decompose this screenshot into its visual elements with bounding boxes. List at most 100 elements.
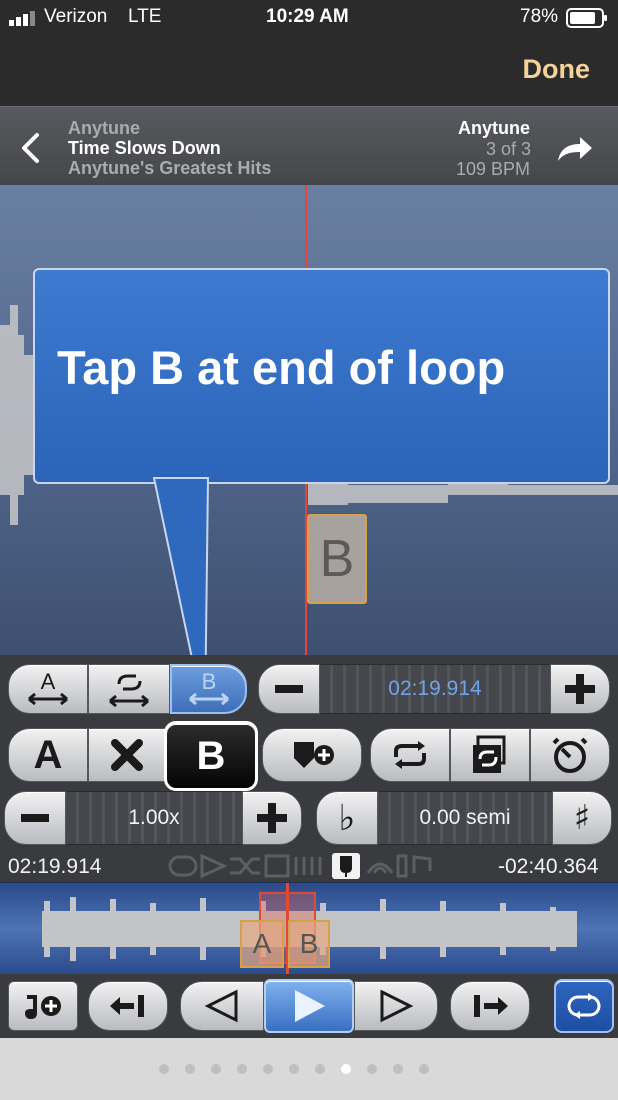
level-icon bbox=[396, 854, 408, 878]
set-b-button[interactable]: B bbox=[164, 721, 258, 791]
music-add-icon bbox=[25, 995, 61, 1019]
pitch-value: 0.00 semi bbox=[419, 806, 511, 829]
add-marker-button[interactable] bbox=[262, 728, 362, 782]
speed-minus-button[interactable] bbox=[4, 791, 66, 845]
minus-icon bbox=[21, 814, 49, 822]
overview-marker-a[interactable]: A bbox=[240, 920, 284, 968]
song-title: Time Slows Down bbox=[68, 138, 221, 158]
position-plus-button[interactable] bbox=[550, 664, 610, 714]
rewind-button[interactable] bbox=[180, 981, 264, 1031]
transport-bar bbox=[0, 974, 618, 1038]
overview-marker-b[interactable]: B bbox=[288, 920, 330, 968]
set-a-adjust-button[interactable]: A bbox=[8, 664, 88, 714]
plus-icon bbox=[257, 803, 287, 833]
loop-marker-b-label: B bbox=[319, 530, 355, 588]
track-overview[interactable]: A B bbox=[0, 882, 618, 976]
loop-mode-icon bbox=[168, 855, 198, 877]
remaining-time: -02:40.364 bbox=[498, 855, 599, 878]
library-label: Anytune bbox=[458, 118, 530, 138]
loop-sync-button[interactable] bbox=[450, 728, 530, 782]
loop-mode-button[interactable] bbox=[554, 979, 614, 1033]
svg-text:B: B bbox=[201, 669, 216, 694]
svg-text:A: A bbox=[41, 669, 56, 694]
music-note-icon bbox=[412, 855, 432, 873]
forward-button[interactable] bbox=[354, 981, 438, 1031]
pitch-readout[interactable]: 0.00 semi bbox=[378, 791, 552, 845]
loop-arrows-icon bbox=[109, 674, 149, 708]
close-icon bbox=[111, 739, 143, 771]
page-dot[interactable] bbox=[211, 1064, 221, 1074]
mixer-icon bbox=[294, 857, 322, 875]
tutorial-tooltip: Tap B at end of loop bbox=[33, 268, 610, 484]
b-arrows-icon: B bbox=[188, 669, 229, 706]
minus-icon bbox=[275, 685, 303, 693]
play-button[interactable] bbox=[264, 979, 354, 1033]
status-bar: Verizon LTE 10:29 AM 78% bbox=[0, 0, 618, 36]
skip-forward-button[interactable] bbox=[450, 981, 530, 1031]
sharp-icon: ♯ bbox=[573, 798, 591, 838]
set-b-adjust-button[interactable]: B bbox=[170, 664, 247, 714]
timer-icon bbox=[552, 737, 588, 773]
page-dot[interactable] bbox=[289, 1064, 299, 1074]
album-label: Anytune's Greatest Hits bbox=[68, 158, 272, 178]
carrier-label: Verizon bbox=[44, 6, 108, 27]
plus-icon bbox=[565, 674, 595, 704]
chart-icon bbox=[264, 854, 290, 878]
position-minus-button[interactable] bbox=[258, 664, 320, 714]
timer-button[interactable] bbox=[530, 728, 610, 782]
set-b-label: B bbox=[196, 733, 226, 778]
battery-percent: 78% bbox=[520, 6, 559, 27]
track-position: 3 of 3 bbox=[486, 139, 532, 159]
triangle-right-icon bbox=[380, 989, 414, 1023]
page-dot[interactable] bbox=[237, 1064, 247, 1074]
bpm-label: 109 BPM bbox=[456, 159, 531, 179]
flat-icon: ♭ bbox=[338, 797, 356, 839]
page-indicator bbox=[0, 1038, 618, 1100]
page-dot[interactable] bbox=[367, 1064, 377, 1074]
song-header: Anytune Time Slows Down Anytune's Greate… bbox=[0, 106, 618, 186]
page-dot[interactable] bbox=[341, 1064, 351, 1074]
loop-position-readout[interactable]: 02:19.914 bbox=[320, 664, 550, 714]
overview-marker-a-label: A bbox=[252, 928, 272, 959]
network-label: LTE bbox=[128, 6, 162, 27]
add-track-button[interactable] bbox=[8, 981, 78, 1031]
page-dot[interactable] bbox=[159, 1064, 169, 1074]
page-dot[interactable] bbox=[315, 1064, 325, 1074]
page-dot[interactable] bbox=[393, 1064, 403, 1074]
play-mode-icon bbox=[200, 853, 228, 879]
loop-position-value: 02:19.914 bbox=[388, 677, 482, 700]
set-a-button[interactable]: A bbox=[8, 728, 88, 782]
clock: 10:29 AM bbox=[266, 6, 349, 27]
page-dot[interactable] bbox=[419, 1064, 429, 1074]
speed-readout[interactable]: 1.00x bbox=[66, 791, 242, 845]
pitch-sharp-button[interactable]: ♯ bbox=[552, 791, 612, 845]
a-arrows-icon: A bbox=[28, 669, 68, 706]
nav-bar: Done bbox=[0, 36, 618, 106]
repeat-icon bbox=[567, 993, 601, 1019]
mode-icons-strip bbox=[168, 853, 434, 884]
share-arrow-icon[interactable] bbox=[556, 135, 594, 168]
page-dot[interactable] bbox=[185, 1064, 195, 1074]
overview-marker-b-label: B bbox=[299, 928, 319, 959]
skip-back-button[interactable] bbox=[88, 981, 168, 1031]
loop-marker-b[interactable]: B bbox=[307, 514, 367, 604]
triangle-left-icon bbox=[204, 989, 238, 1023]
set-a-label: A bbox=[33, 732, 63, 777]
speed-value: 1.00x bbox=[128, 806, 180, 829]
done-button[interactable]: Done bbox=[523, 54, 591, 85]
marker-add-icon bbox=[294, 742, 334, 768]
play-icon bbox=[295, 990, 325, 1022]
loop-toggle-button[interactable] bbox=[370, 728, 450, 782]
elapsed-time: 02:19.914 bbox=[8, 855, 102, 878]
repeat-icon bbox=[394, 741, 426, 769]
artist-label: Anytune bbox=[68, 118, 140, 138]
battery-icon bbox=[566, 8, 608, 33]
clear-loop-button[interactable] bbox=[88, 728, 166, 782]
loop-adjust-button[interactable] bbox=[88, 664, 170, 714]
back-chevron-icon[interactable] bbox=[18, 132, 42, 169]
skip-back-icon bbox=[110, 995, 144, 1017]
page-dot[interactable] bbox=[263, 1064, 273, 1074]
signal-wave-icon bbox=[366, 862, 394, 874]
speed-plus-button[interactable] bbox=[242, 791, 302, 845]
pitch-flat-button[interactable]: ♭ bbox=[316, 791, 378, 845]
